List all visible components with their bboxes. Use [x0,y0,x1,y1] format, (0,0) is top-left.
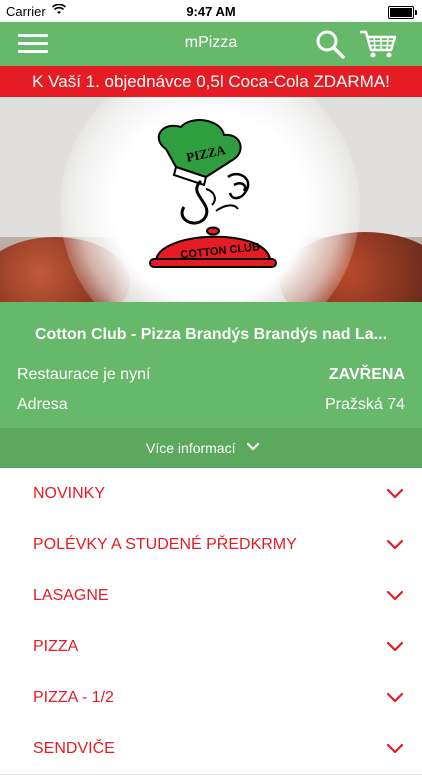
promo-banner[interactable]: K Vaší 1. objednávce 0,5l Coca-Cola ZDAR… [0,66,422,97]
restaurant-info-panel: Cotton Club - Pizza Brandýs Brandýs nad … [0,302,422,428]
cotton-club-logo: PIZZA COTTON CLUB [149,119,277,268]
nav-bar: mPizza [0,22,422,66]
category-item-pizza[interactable]: PIZZA [0,621,422,673]
category-label: SENDVIČE [33,740,115,757]
category-label: PIZZA [33,638,79,655]
search-icon[interactable] [314,28,346,60]
more-info-label: Více informací [146,440,236,456]
status-value: ZAVŘENA [328,366,405,383]
status-bar: Carrier 9:47 AM [0,0,422,22]
category-item-novinky[interactable]: NOVINKY [0,468,422,520]
chevron-down-icon [386,692,404,703]
category-item-lasagne[interactable]: LASAGNE [0,570,422,622]
chevron-down-icon [386,641,404,652]
category-item-polevky[interactable]: POLÉVKY A STUDENÉ PŘEDKRMY [0,519,422,571]
category-label: PIZZA - 1/2 [33,689,114,706]
status-label: Restaurace je nyní [17,366,151,383]
address-value: Pražská 74 [324,396,405,413]
category-item-sendvice[interactable]: SENDVIČE [0,723,422,775]
category-label: LASAGNE [33,587,109,604]
cart-icon[interactable] [358,28,398,60]
category-item-pizza-half[interactable]: PIZZA - 1/2 [0,672,422,724]
chevron-down-icon [246,442,260,451]
restaurant-hero-image: PIZZA COTTON CLUB [0,97,422,302]
category-label: POLÉVKY A STUDENÉ PŘEDKRMY [33,536,297,553]
more-info-button[interactable]: Více informací [0,428,422,468]
chevron-down-icon [386,590,404,601]
chevron-down-icon [386,539,404,550]
battery-icon [388,6,417,19]
chevron-down-icon [386,488,404,499]
chevron-down-icon [386,743,404,754]
category-label: NOVINKY [33,485,106,502]
address-label: Adresa [17,396,68,413]
clock: 9:47 AM [186,4,236,19]
restaurant-name: Cotton Club - Pizza Brandýs Brandýs nad … [34,326,388,343]
